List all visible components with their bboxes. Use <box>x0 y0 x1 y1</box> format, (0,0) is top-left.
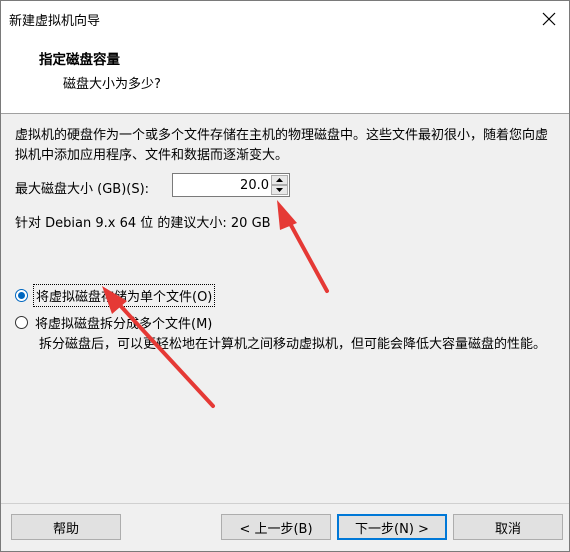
triangle-down-icon <box>276 188 283 192</box>
footer-divider <box>1 503 569 504</box>
page-title: 指定磁盘容量 <box>39 52 120 68</box>
split-description: 拆分磁盘后，可以更轻松地在计算机之间移动虚拟机，但可能会降低大容量磁盘的性能。 <box>39 337 547 352</box>
disk-size-label: 最大磁盘大小 (GB)(S): <box>15 182 150 197</box>
next-button[interactable]: 下一步(N) > <box>337 514 447 540</box>
wizard-window: 新建虚拟机向导 指定磁盘容量 磁盘大小为多少? 虚拟机的硬盘作为一个或多个文件存… <box>0 0 570 552</box>
close-icon <box>542 12 556 26</box>
recommended-size-text: 针对 Debian 9.x 64 位 的建议大小: 20 GB <box>15 216 271 231</box>
disk-description: 虚拟机的硬盘作为一个或多个文件存储在主机的物理磁盘中。这些文件最初很小，随着您向… <box>15 128 549 163</box>
wizard-header: 指定磁盘容量 磁盘大小为多少? <box>1 37 569 114</box>
back-button[interactable]: < 上一步(B) <box>221 514 331 540</box>
arrow-to-size-field <box>277 200 329 293</box>
radio-single-label: 将虚拟磁盘存储为单个文件(O) <box>33 284 216 307</box>
radio-split-label: 将虚拟磁盘拆分成多个文件(M) <box>35 317 213 332</box>
radio-button-split[interactable] <box>15 316 28 329</box>
close-button[interactable] <box>535 5 563 33</box>
disk-size-input[interactable] <box>175 176 269 194</box>
help-button[interactable]: 帮助 <box>11 514 121 540</box>
decrement-button[interactable] <box>271 185 288 195</box>
stepper-buttons <box>271 175 288 195</box>
page-subtitle: 磁盘大小为多少? <box>63 77 161 92</box>
window-title: 新建虚拟机向导 <box>9 14 101 29</box>
increment-button[interactable] <box>271 175 288 185</box>
radio-single-file[interactable]: 将虚拟磁盘存储为单个文件(O) <box>15 284 216 307</box>
cancel-button[interactable]: 取消 <box>453 514 563 540</box>
radio-button-single[interactable] <box>15 289 28 302</box>
title-bar: 新建虚拟机向导 <box>1 1 569 37</box>
radio-split-files[interactable]: 将虚拟磁盘拆分成多个文件(M) <box>15 312 214 333</box>
disk-size-stepper[interactable] <box>172 173 290 197</box>
triangle-up-icon <box>276 178 283 182</box>
